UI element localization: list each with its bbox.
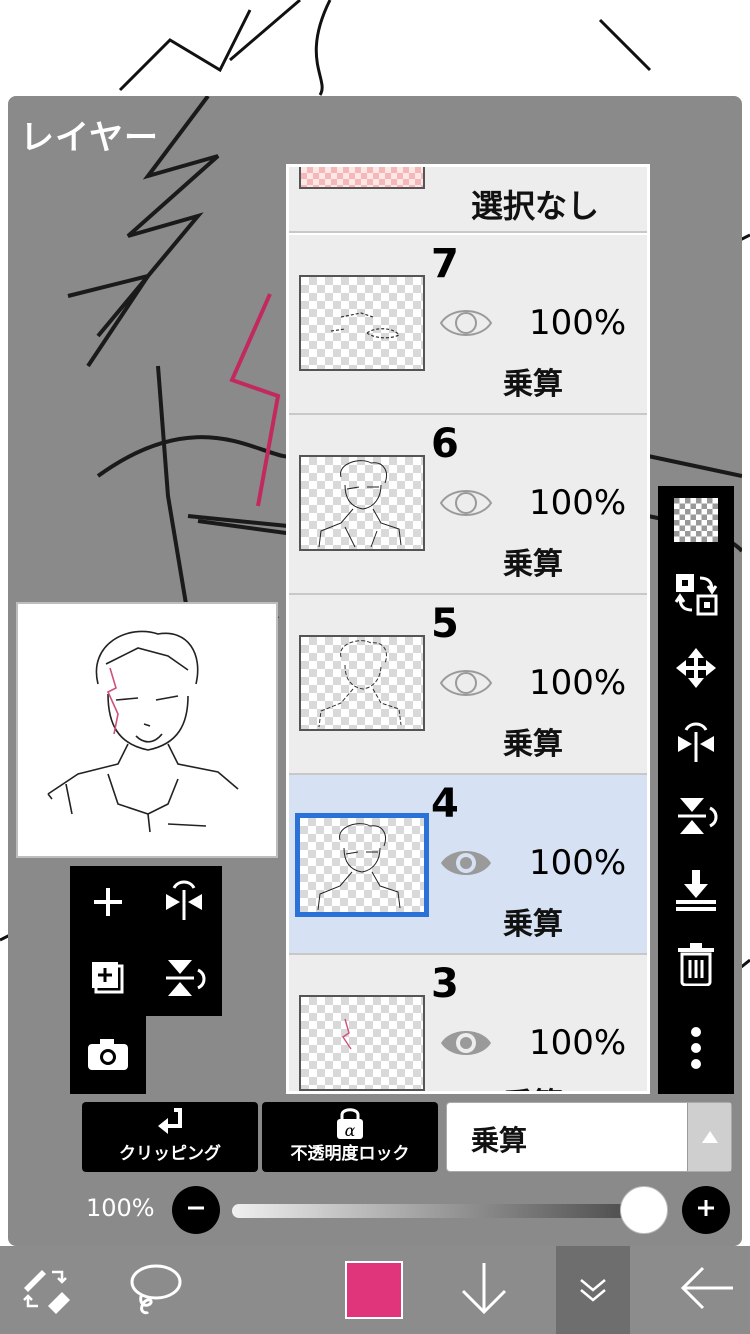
alpha-lock-button[interactable]: α 不透明度ロック — [262, 1102, 438, 1172]
add-layer-button[interactable] — [70, 866, 146, 942]
clipping-label: クリッピング — [119, 1144, 221, 1164]
layer-thumbnail — [299, 455, 425, 551]
chevron-down-icon — [577, 1272, 609, 1308]
eye-icon[interactable] — [439, 1025, 493, 1061]
layer-toolbar — [658, 486, 734, 1094]
layer-row-6[interactable]: 6 100% 乗算 — [289, 415, 647, 595]
layer-number: 3 — [431, 961, 459, 1007]
triangle-up-icon — [700, 1129, 720, 1149]
opacity-slider[interactable] — [232, 1204, 652, 1218]
camera-icon — [86, 1036, 130, 1076]
layer-blend-mode: 乗算 — [503, 1079, 563, 1091]
scroll-down-button[interactable] — [440, 1246, 528, 1334]
layer-number: 4 — [431, 781, 459, 827]
flip-horizontal-icon — [674, 720, 718, 768]
opacity-label: 100% — [86, 1194, 155, 1222]
flip-vertical-button[interactable] — [658, 782, 734, 854]
no-selection-label: 選択なし — [471, 187, 600, 225]
layer-number: 5 — [431, 601, 459, 647]
transparency-button[interactable] — [658, 486, 734, 558]
layer-opacity: 100% — [529, 843, 627, 883]
merge-down-button[interactable] — [658, 856, 734, 928]
delete-layer-button[interactable] — [658, 930, 734, 1002]
color-swatch — [345, 1261, 403, 1319]
opacity-slider-knob[interactable] — [620, 1186, 668, 1234]
canvas-preview — [16, 602, 278, 858]
minus-icon — [185, 1197, 207, 1223]
clipping-button[interactable]: クリッピング — [82, 1102, 258, 1172]
flip-horizontal-button[interactable] — [658, 708, 734, 780]
layer-opacity: 100% — [529, 483, 627, 523]
plus-icon — [695, 1197, 717, 1223]
opacity-increase-button[interactable] — [682, 1186, 730, 1234]
layer-blend-mode: 乗算 — [503, 367, 563, 402]
add-layer-icon — [90, 884, 126, 924]
back-button[interactable] — [664, 1246, 750, 1334]
panel-title: レイヤー — [20, 118, 159, 158]
layer-blend-mode: 乗算 — [503, 727, 563, 762]
collapse-panel-button[interactable] — [556, 1246, 630, 1334]
eye-icon[interactable] — [439, 845, 493, 881]
layer-thumbnail — [299, 275, 425, 371]
brush-eraser-icon — [18, 1262, 74, 1318]
flip-horizontal-icon — [162, 880, 206, 928]
layer-number: 6 — [431, 421, 459, 467]
merge-down-icon — [674, 868, 718, 916]
color-picker[interactable] — [336, 1246, 412, 1334]
move-icon — [674, 646, 718, 694]
add-layer-copy-button[interactable] — [70, 942, 146, 1018]
brush-eraser-toggle[interactable] — [0, 1246, 92, 1334]
swap-layer-button[interactable] — [658, 560, 734, 632]
layer-thumbnail — [295, 813, 429, 917]
transparency-icon — [674, 498, 718, 546]
layer-opacity: 100% — [529, 1023, 627, 1063]
layer-blend-mode: 乗算 — [503, 547, 563, 582]
eye-icon[interactable] — [439, 485, 493, 521]
move-button[interactable] — [658, 634, 734, 706]
flip-vertical-all-button[interactable] — [146, 942, 222, 1018]
layer-thumbnail — [299, 635, 425, 731]
clipping-icon — [154, 1108, 186, 1142]
swap-layer-icon — [674, 572, 718, 620]
camera-button[interactable] — [70, 1018, 146, 1094]
flip-vertical-icon — [162, 956, 206, 1004]
blend-mode-value: 乗算 — [471, 1124, 528, 1157]
layer-opacity: 100% — [529, 303, 627, 343]
layer-list[interactable]: 選択なし 7 100% 乗算 6 100% 乗算 5 100% 乗算 4 100… — [286, 164, 650, 1094]
more-options-button[interactable] — [658, 1014, 734, 1086]
layer-row-5[interactable]: 5 100% 乗算 — [289, 595, 647, 775]
layer-row-7[interactable]: 7 100% 乗算 — [289, 235, 647, 415]
add-layer-copy-icon — [88, 958, 128, 1002]
layer-no-selection-row[interactable]: 選択なし — [289, 167, 647, 233]
arrow-down-icon — [459, 1261, 509, 1319]
lasso-tool[interactable] — [110, 1246, 198, 1334]
layer-opacity: 100% — [529, 663, 627, 703]
opacity-decrease-button[interactable] — [172, 1186, 220, 1234]
flip-horizontal-all-button[interactable] — [146, 866, 222, 942]
blend-mode-select[interactable]: 乗算 — [446, 1102, 732, 1172]
svg-text:α: α — [345, 1121, 356, 1140]
blend-mode-dropdown-toggle[interactable] — [687, 1103, 731, 1171]
more-icon — [690, 1026, 702, 1074]
trash-icon — [676, 942, 716, 990]
no-selection-thumbnail — [299, 167, 425, 189]
eye-icon[interactable] — [439, 665, 493, 701]
layer-row-3[interactable]: 3 100% 乗算 — [289, 955, 647, 1091]
back-arrow-icon — [679, 1266, 735, 1314]
layer-number: 7 — [431, 241, 459, 287]
lasso-icon — [124, 1260, 184, 1320]
bottom-toolbar — [0, 1246, 750, 1334]
layer-panel: レイヤー 選択なし 7 100% 乗算 6 100% 乗算 5 100% 乗算 … — [8, 96, 742, 1246]
layer-thumbnail — [299, 995, 425, 1091]
layer-blend-mode: 乗算 — [503, 907, 563, 942]
eye-icon[interactable] — [439, 305, 493, 341]
flip-vertical-icon — [674, 794, 718, 842]
alpha-lock-label: 不透明度ロック — [290, 1144, 410, 1164]
layer-row-4[interactable]: 4 100% 乗算 — [289, 775, 647, 955]
